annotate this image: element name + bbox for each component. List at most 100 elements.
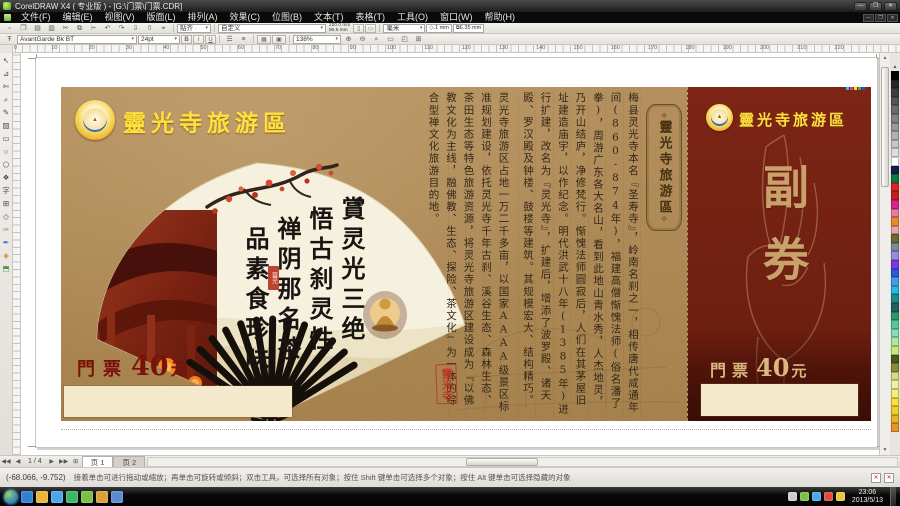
horizontal-ruler[interactable]: 0102030405060708090100110120130140150160…	[0, 45, 900, 53]
toolbar-icon[interactable]: ⧉	[73, 24, 86, 33]
menu-item[interactable]: 文件(F)	[15, 12, 57, 23]
bold-button[interactable]: B	[181, 35, 192, 44]
color-swatch[interactable]	[891, 260, 899, 269]
menu-item[interactable]: 位图(B)	[266, 12, 308, 23]
color-swatch[interactable]	[891, 217, 899, 226]
toolbar-icon[interactable]: ⇧	[143, 24, 156, 33]
add-page-button[interactable]: ⊞	[70, 458, 82, 465]
toolbox-tool[interactable]: ⌕	[1, 94, 12, 106]
doc-close-button[interactable]: ✕	[887, 14, 898, 22]
zoom-toolbar-icon[interactable]: ▭	[384, 35, 397, 44]
font-size-dropdown[interactable]: 24pt▾	[138, 35, 180, 44]
zoom-toolbar-icon[interactable]: ⊕	[342, 35, 355, 44]
underline-button[interactable]: U	[205, 35, 216, 44]
palette-up-arrow[interactable]: ▲	[893, 63, 898, 71]
color-swatch[interactable]	[891, 71, 899, 80]
color-swatch[interactable]	[891, 363, 899, 372]
toolbar-icon[interactable]: ▤	[31, 24, 44, 33]
color-swatch[interactable]	[891, 234, 899, 243]
system-clock[interactable]: 23:06 2013/5/13	[848, 489, 887, 505]
toolbar-icon[interactable]: ↶	[101, 24, 114, 33]
doc-minimize-button[interactable]: —	[863, 14, 874, 22]
color-swatch[interactable]	[891, 406, 899, 415]
color-swatch[interactable]	[891, 183, 899, 192]
horizontal-scrollbar[interactable]	[147, 457, 898, 467]
page-view-button[interactable]: ▣	[272, 35, 286, 44]
horizontal-scroll-thumb[interactable]	[466, 458, 538, 466]
color-swatch[interactable]	[891, 148, 899, 157]
toolbar-icon[interactable]: ⇩	[129, 24, 142, 33]
ticket-stub-section[interactable]: ▲ 靈光寺旅游區 副券 門票 40 元	[687, 87, 871, 421]
first-page-button[interactable]: ◀◀	[0, 458, 12, 465]
toolbar-icon[interactable]: ↷	[115, 24, 128, 33]
page-tab[interactable]: 页 2	[113, 456, 145, 467]
menu-item[interactable]: 工具(O)	[391, 12, 434, 23]
toolbox-tool[interactable]: ○	[1, 146, 12, 158]
last-page-button[interactable]: ▶▶	[58, 458, 70, 465]
paper-preset-dropdown[interactable]: 自定义▾	[218, 24, 326, 33]
taskbar-app-icon[interactable]	[36, 491, 48, 503]
toolbox-tool[interactable]: ✄	[1, 81, 12, 93]
toolbox-tool[interactable]: ◇	[1, 211, 12, 223]
tray-icon[interactable]	[788, 492, 797, 501]
color-swatch[interactable]	[891, 355, 899, 364]
taskbar-app-icon[interactable]	[96, 491, 108, 503]
show-desktop-button[interactable]	[890, 487, 896, 506]
duplicate-distance-field[interactable]: ⧉ 6.35 mm	[453, 24, 484, 33]
toolbox-tool[interactable]: ⊞	[1, 198, 12, 210]
toolbar-icon[interactable]: ▥	[45, 24, 58, 33]
color-swatch[interactable]	[891, 105, 899, 114]
minimize-button[interactable]: —	[854, 2, 867, 11]
toolbox-tool[interactable]: ⊿	[1, 68, 12, 80]
color-swatch[interactable]	[891, 97, 899, 106]
next-page-button[interactable]: ▶	[46, 458, 58, 465]
color-swatch[interactable]	[891, 251, 899, 260]
portrait-button[interactable]: ▯	[353, 24, 364, 33]
color-swatch[interactable]	[891, 415, 899, 424]
toolbar-icon[interactable]: ✂	[59, 24, 72, 33]
zoom-toolbar-icon[interactable]: ⊞	[412, 35, 425, 44]
close-button[interactable]: ✕	[884, 2, 897, 11]
tray-icon[interactable]	[800, 492, 809, 501]
tray-icon[interactable]	[824, 492, 833, 501]
ticket-main-section[interactable]: ▲ 靈光寺旅游區	[61, 87, 687, 421]
zoom-toolbar-icon[interactable]: ⌕	[370, 35, 383, 44]
color-swatch[interactable]	[891, 114, 899, 123]
menu-item[interactable]: 窗口(W)	[434, 12, 479, 23]
start-button[interactable]	[4, 490, 18, 504]
toolbox-tool[interactable]: ⬠	[1, 159, 12, 171]
toolbox-tool[interactable]: ⬒	[1, 263, 12, 275]
menu-item[interactable]: 效果(C)	[224, 12, 267, 23]
snap-dropdown[interactable]: 贴齐 ·▾	[177, 24, 211, 33]
maximize-button[interactable]: ❐	[869, 2, 882, 11]
prev-page-button[interactable]: ◀	[12, 458, 24, 465]
color-swatch[interactable]	[891, 277, 899, 286]
color-swatch[interactable]	[891, 80, 899, 89]
doc-restore-button[interactable]: ❐	[875, 14, 886, 22]
color-swatch[interactable]	[891, 312, 899, 321]
taskbar-app-icon[interactable]	[81, 491, 93, 503]
color-swatch[interactable]	[891, 346, 899, 355]
tray-icon[interactable]	[836, 492, 845, 501]
h-align-icon[interactable]: ☰	[223, 35, 236, 44]
zoom-level-dropdown[interactable]: 138%▾	[293, 35, 341, 44]
zoom-toolbar-icon[interactable]: ◰	[398, 35, 411, 44]
color-swatch[interactable]	[891, 320, 899, 329]
color-swatch[interactable]	[891, 166, 899, 175]
menu-item[interactable]: 帮助(H)	[479, 12, 522, 23]
toolbox-tool[interactable]: 字	[1, 185, 12, 197]
color-swatch[interactable]	[891, 389, 899, 398]
color-swatch[interactable]	[891, 380, 899, 389]
paragraph-icon[interactable]: ≡	[237, 35, 250, 44]
toolbox-tool[interactable]: ▭	[1, 133, 12, 145]
menu-item[interactable]: 文本(T)	[308, 12, 350, 23]
color-swatch[interactable]	[891, 191, 899, 200]
menu-item[interactable]: 排列(A)	[182, 12, 224, 23]
zoom-toolbar-icon[interactable]: ⊖	[356, 35, 369, 44]
color-swatch[interactable]	[891, 140, 899, 149]
vertical-scroll-thumb[interactable]	[881, 67, 889, 187]
taskbar-app-icon[interactable]	[51, 491, 63, 503]
taskbar-app-icon[interactable]	[111, 491, 123, 503]
toolbox-tool[interactable]: ✒	[1, 237, 12, 249]
menu-item[interactable]: 表格(T)	[350, 12, 392, 23]
